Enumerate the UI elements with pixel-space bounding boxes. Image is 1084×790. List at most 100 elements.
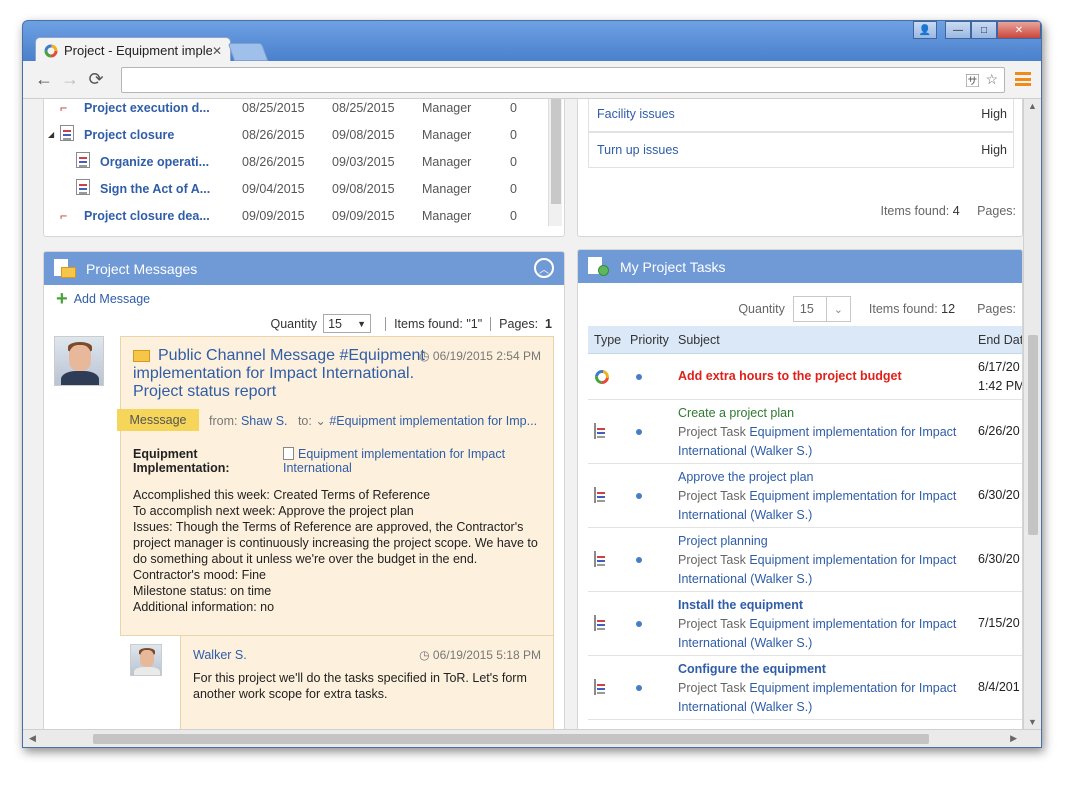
minimize-button[interactable]: —: [945, 21, 971, 39]
task-title-link[interactable]: Approve the project plan: [678, 470, 814, 484]
message-title[interactable]: Public Channel Message #Equipment implem…: [133, 347, 443, 401]
start-date: 09/04/2015: [242, 181, 305, 196]
close-tab-icon[interactable]: ✕: [212, 44, 222, 58]
owner-link[interactable]: (Walker S.): [750, 508, 812, 522]
role: Manager: [422, 208, 472, 223]
add-message-button[interactable]: + Add Message: [56, 288, 150, 310]
task-row[interactable]: Configure the equipment Project Task Equi…: [588, 656, 1022, 720]
tree-item-link[interactable]: Project execution d...: [84, 101, 210, 115]
translate-icon[interactable]: 🈂: [965, 71, 979, 91]
quantity-select[interactable]: 15 ▼: [323, 314, 372, 333]
reply-avatar[interactable]: [130, 644, 162, 676]
tab-title: Project - Equipment imple: [64, 43, 212, 58]
start-date: 09/09/2015: [242, 208, 305, 223]
issue-row[interactable]: Facility issues High: [588, 99, 1014, 132]
task-row[interactable]: Create a project plan Project Task Equipm…: [588, 400, 1022, 464]
from-link[interactable]: Shaw S.: [241, 414, 288, 428]
task-end-date: 6/26/20: [978, 424, 1020, 438]
issue-link[interactable]: Facility issues: [597, 107, 675, 121]
field-value-link[interactable]: Equipment implementation for Impact Inte…: [283, 447, 523, 475]
issue-row[interactable]: Turn up issues High: [588, 132, 1014, 168]
project-tree-panel: ⌐ Project execution d... 08/25/2015 08/25/2…: [43, 99, 565, 237]
start-date: 08/25/2015: [242, 100, 305, 115]
owner-link[interactable]: (Walker S.): [750, 636, 812, 650]
issue-link[interactable]: Turn up issues: [597, 143, 679, 157]
milestone-icon: ⌐: [60, 208, 68, 223]
column-header-type[interactable]: Type: [594, 326, 621, 354]
collapse-icon[interactable]: ︿: [534, 258, 554, 278]
task-row[interactable]: Add extra hours to the project budget 6/1…: [588, 354, 1022, 400]
task-title-link[interactable]: Project planning: [678, 534, 768, 548]
my-project-tasks-panel: My Project Tasks Quantity 15 ⌄ Items fou…: [577, 249, 1023, 729]
end-date: 09/08/2015: [332, 127, 395, 142]
task-icon: [594, 423, 596, 439]
reply-author-link[interactable]: Walker S.: [193, 648, 247, 662]
user-icon[interactable]: 👤: [913, 21, 937, 39]
reload-button[interactable]: ⟳: [83, 67, 109, 93]
page-vertical-scrollbar[interactable]: ▲ ▼: [1023, 99, 1041, 729]
hamburger-menu-icon[interactable]: [1015, 70, 1031, 88]
plus-icon: +: [56, 288, 68, 310]
browser-tab[interactable]: Project - Equipment imple ✕: [35, 37, 231, 63]
tree-row[interactable]: ⌐ Project execution d... 08/25/2015 08/25/2…: [44, 99, 544, 121]
column-header-subject[interactable]: Subject: [678, 326, 720, 354]
task-type-label: Project Task: [678, 553, 746, 567]
back-button[interactable]: ←: [31, 67, 57, 93]
new-tab-button[interactable]: [227, 43, 269, 61]
forward-button[interactable]: →: [57, 67, 83, 93]
tasks-pager: Quantity 15 ⌄ Items found: 12 Pages:: [738, 296, 1016, 322]
document-icon: [283, 447, 294, 460]
owner-link[interactable]: (Walker S.): [750, 700, 812, 714]
items-found-label: Items found:: [394, 316, 463, 331]
end-date: 09/09/2015: [332, 208, 395, 223]
tree-item-link[interactable]: Sign the Act of A...: [100, 182, 210, 196]
tree-row[interactable]: ⌐ Project closure dea... 09/09/2015 09/09/2…: [44, 202, 544, 229]
tree-item-link[interactable]: Project closure dea...: [84, 209, 210, 223]
task-end-date: 6/30/20: [978, 488, 1020, 502]
tree-row[interactable]: Sign the Act of A... 09/04/2015 09/08/2015…: [44, 175, 544, 202]
bookmark-star-icon[interactable]: ☆: [985, 71, 998, 91]
tree-row[interactable]: Organize operati... 08/26/2015 09/03/2015 M…: [44, 148, 544, 175]
project-request-icon: [595, 370, 609, 384]
end-date: 08/25/2015: [332, 100, 395, 115]
task-row[interactable]: Project planning Project Task Equipment i…: [588, 528, 1022, 592]
task-title-link[interactable]: Create a project plan: [678, 406, 794, 420]
tree-row[interactable]: ◢ Project closure 08/26/2015 09/08/2015 Mana…: [44, 121, 544, 148]
to-link[interactable]: #Equipment implementation for Imp...: [329, 414, 537, 428]
message-body: Accomplished this week: Created Terms of…: [133, 488, 538, 614]
tree-scrollbar[interactable]: [548, 99, 562, 226]
chevron-down-icon[interactable]: ⌄: [825, 297, 850, 321]
owner-link[interactable]: (Walker S.): [750, 572, 812, 586]
quantity-label: Quantity: [270, 316, 318, 331]
close-window-button[interactable]: ✕: [997, 21, 1041, 39]
milestone-icon: ⌐: [60, 100, 68, 115]
message-time: ◷ 06/19/2015 2:54 PM: [419, 349, 541, 363]
reply-card: Walker S. ◷ 06/19/2015 5:18 PM For this …: [180, 636, 554, 729]
task-row[interactable]: Install the equipment Project Task Equipm…: [588, 592, 1022, 656]
tree-item-link[interactable]: Organize operati...: [100, 155, 209, 169]
end-date: 09/03/2015: [332, 154, 395, 169]
maximize-button[interactable]: □: [971, 21, 997, 39]
avatar[interactable]: [54, 336, 104, 386]
page-horizontal-scrollbar[interactable]: ◀ ▶: [23, 729, 1041, 747]
reply-body: For this project we'll do the tasks spec…: [193, 671, 527, 701]
task-title-link[interactable]: Add extra hours to the project budget: [678, 369, 902, 383]
address-bar[interactable]: 🈂 ☆: [121, 67, 1005, 93]
items-found-value: "1": [466, 316, 483, 331]
role: Manager: [422, 127, 472, 142]
task-row[interactable]: Check the configuration: [588, 720, 1022, 729]
expand-toggle-icon[interactable]: ◢: [48, 130, 54, 139]
tree-item-link[interactable]: Project closure: [84, 128, 174, 142]
field-label: Equipment Implementation:: [133, 447, 230, 475]
quantity-select[interactable]: 15 ⌄: [792, 296, 851, 322]
priority-dot-icon: [636, 374, 642, 380]
task-title-link[interactable]: Install the equipment: [678, 598, 803, 612]
column-header-priority[interactable]: Priority: [630, 326, 669, 354]
task-row[interactable]: Approve the project plan Project Task Equ…: [588, 464, 1022, 528]
column-header-end-date[interactable]: End Dat: [978, 326, 1022, 354]
project-messages-panel: Project Messages ︿ + Add Message Quantit…: [43, 251, 565, 729]
task-title-link[interactable]: Configure the equipment: [678, 662, 826, 676]
chevron-down-icon[interactable]: ⌄: [315, 414, 325, 428]
owner-link[interactable]: (Walker S.): [750, 444, 812, 458]
clock-icon: ◷: [419, 349, 433, 363]
